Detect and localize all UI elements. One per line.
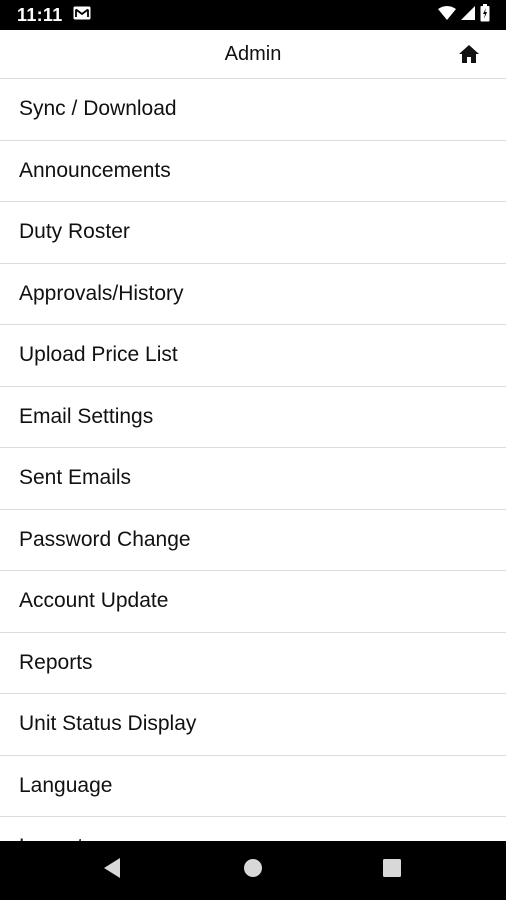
- page-title: Admin: [224, 43, 282, 65]
- battery-icon: [480, 3, 490, 27]
- wifi-icon: [438, 5, 456, 25]
- menu-item-unit-status-display[interactable]: Unit Status Display: [0, 694, 506, 756]
- menu-item-password-change[interactable]: Password Change: [0, 510, 506, 571]
- recents-button[interactable]: [362, 841, 422, 900]
- home-icon: [458, 44, 480, 69]
- status-bar: 11:11: [0, 0, 506, 30]
- back-icon: [102, 857, 122, 884]
- app-header: Admin: [0, 30, 506, 79]
- menu-item-upload-price-list[interactable]: Upload Price List: [0, 325, 506, 387]
- menu-item-logout[interactable]: Logout: [0, 817, 506, 841]
- back-button[interactable]: [82, 841, 142, 900]
- menu-item-reports[interactable]: Reports: [0, 633, 506, 694]
- admin-menu-list: Sync / Download Announcements Duty Roste…: [0, 79, 506, 841]
- status-left: 11:11: [17, 5, 91, 26]
- home-button[interactable]: [456, 43, 482, 69]
- menu-item-duty-roster[interactable]: Duty Roster: [0, 202, 506, 264]
- system-nav-bar: [0, 841, 506, 900]
- menu-item-account-update[interactable]: Account Update: [0, 571, 506, 633]
- cell-signal-icon: [461, 5, 475, 25]
- menu-item-sync-download[interactable]: Sync / Download: [0, 79, 506, 141]
- menu-item-email-settings[interactable]: Email Settings: [0, 387, 506, 448]
- menu-item-approvals-history[interactable]: Approvals/History: [0, 264, 506, 325]
- home-nav-button[interactable]: [223, 841, 283, 900]
- menu-item-sent-emails[interactable]: Sent Emails: [0, 448, 506, 510]
- recents-icon: [383, 859, 401, 882]
- menu-item-language[interactable]: Language: [0, 756, 506, 817]
- status-time: 11:11: [17, 4, 63, 25]
- status-right: [438, 3, 490, 27]
- home-circle-icon: [243, 858, 263, 883]
- gmail-icon: [73, 6, 91, 25]
- menu-item-announcements[interactable]: Announcements: [0, 141, 506, 202]
